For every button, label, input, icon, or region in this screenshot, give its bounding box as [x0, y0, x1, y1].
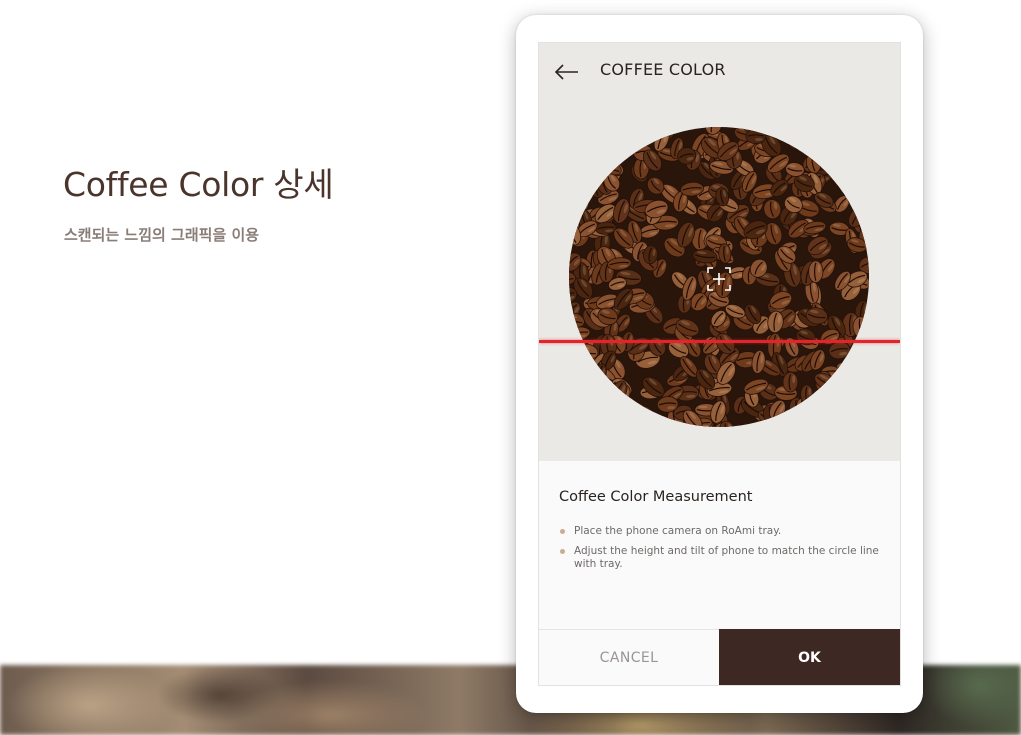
page-subtitle: 스캔되는 느낌의 그래픽을 이용 [64, 226, 260, 244]
measurement-title: Coffee Color Measurement [559, 489, 753, 505]
scan-line [539, 340, 900, 343]
bullet-dot [560, 549, 565, 554]
back-button[interactable] [553, 57, 583, 87]
ok-button[interactable]: OK [719, 629, 900, 685]
instruction-text: Place the phone camera on RoAmi tray. [574, 525, 782, 537]
instruction-text: Adjust the height and tilt of phone to m… [574, 545, 879, 570]
app-title: COFFEE COLOR [600, 60, 726, 79]
arrow-left-icon [554, 64, 578, 80]
cancel-button[interactable]: CANCEL [539, 630, 719, 685]
bullet-dot [560, 529, 565, 534]
action-bar: CANCEL OK [539, 629, 900, 685]
instruction-list: Place the phone camera on RoAmi tray. Ad… [559, 525, 879, 578]
instruction-item: Adjust the height and tilt of phone to m… [559, 545, 879, 571]
app-header: COFFEE COLOR [539, 43, 900, 99]
page-title: Coffee Color 상세 [63, 165, 334, 204]
phone-mockup: COFFEE COLOR Coffee Color Measurement Pl… [516, 15, 923, 713]
focus-plus-icon [707, 267, 731, 291]
camera-preview: COFFEE COLOR [539, 43, 900, 461]
instruction-item: Place the phone camera on RoAmi tray. [559, 525, 879, 538]
phone-screen: COFFEE COLOR Coffee Color Measurement Pl… [538, 42, 901, 686]
